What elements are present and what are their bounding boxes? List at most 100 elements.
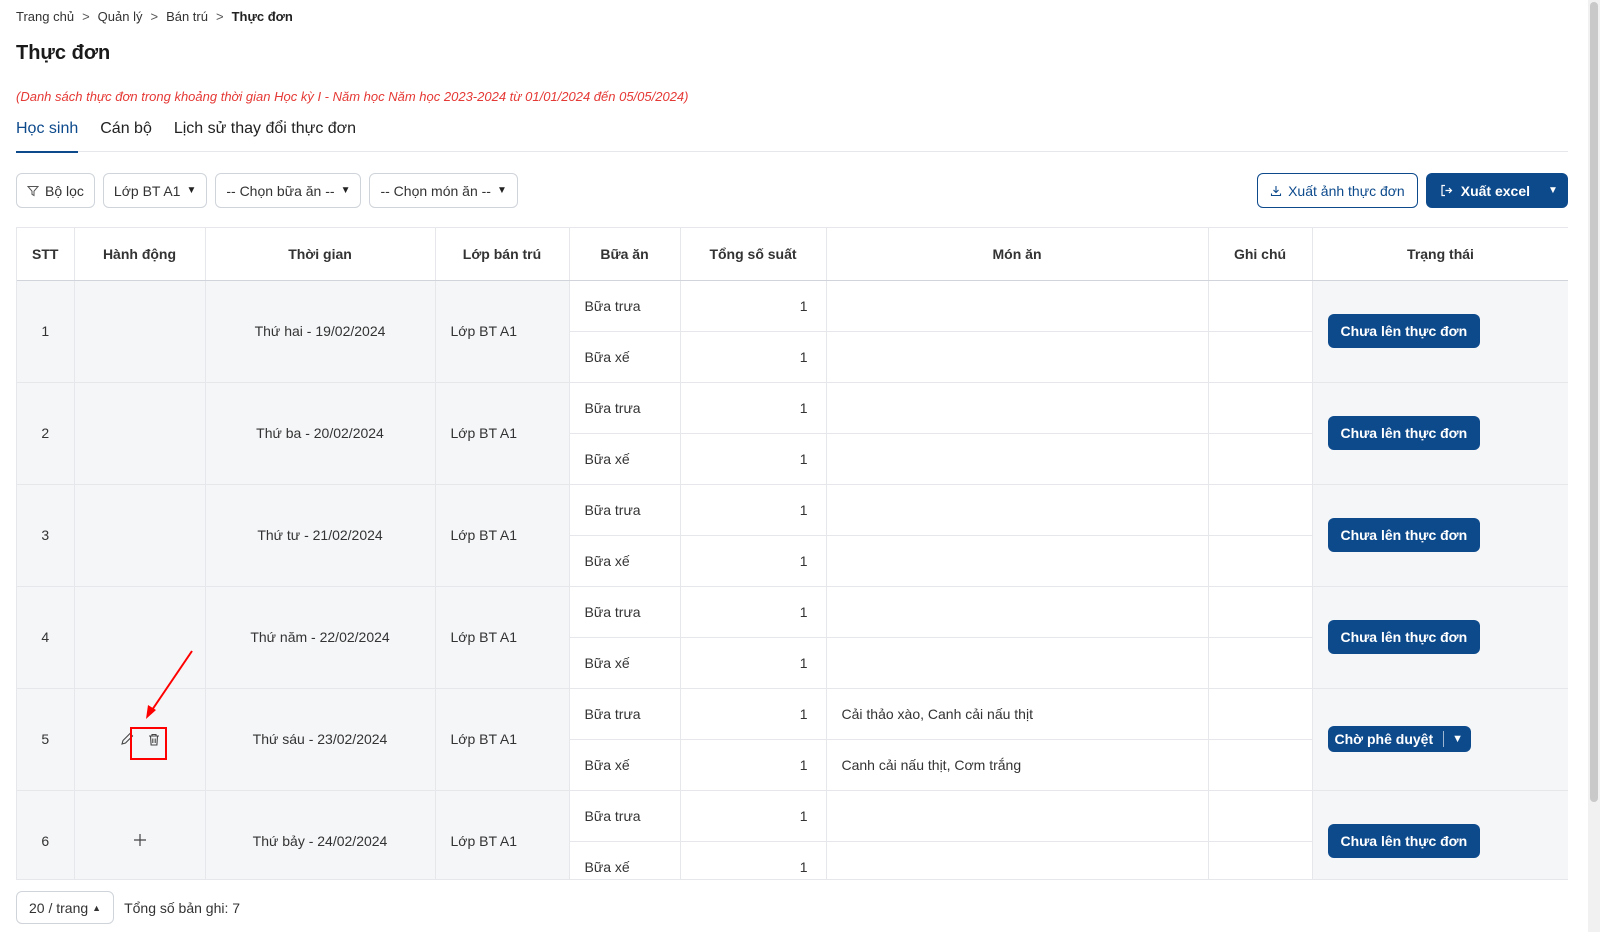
cell-time: Thứ sáu - 23/02/2024 [205, 688, 436, 791]
cell-dish [826, 331, 1209, 383]
class-select-value: Lớp BT A1 [113, 182, 181, 199]
cell-note [1208, 484, 1313, 536]
meal-select-value: -- Chọn bữa ăn -- [226, 182, 335, 199]
cell-total: 1 [680, 280, 827, 332]
cell-time: Thứ bảy - 24/02/2024 [205, 790, 436, 879]
header-meal: Bữa ăn [569, 228, 681, 281]
cell-total: 1 [680, 637, 827, 689]
chevron-down-icon: ▼ [496, 185, 507, 196]
cell-dish [826, 433, 1209, 485]
cell-total: 1 [680, 331, 827, 383]
scrollbar-thumb[interactable] [1590, 2, 1598, 802]
cell-total: 1 [680, 841, 827, 879]
header-total: Tổng số suất [680, 228, 827, 281]
cell-dish [826, 382, 1209, 434]
breadcrumb: Trang chủ > Quản lý > Bán trú > Thực đơn [16, 8, 293, 24]
page-scrollbar[interactable] [1588, 0, 1600, 932]
header-time: Thời gian [205, 228, 436, 281]
page-title: Thực đơn [16, 42, 111, 64]
cell-meal: Bữa trưa [569, 484, 681, 536]
breadcrumb-home[interactable]: Trang chủ [16, 9, 74, 24]
cell-status: Chưa lên thực đơn [1312, 790, 1568, 879]
export-icon [1441, 184, 1453, 197]
cell-meal: Bữa xế [569, 535, 681, 587]
cell-meal: Bữa trưa [569, 280, 681, 332]
cell-class: Lớp BT A1 [435, 280, 570, 383]
cell-meal: Bữa xế [569, 739, 681, 791]
status-split-label[interactable]: Chờ phê duyệt [1328, 731, 1445, 747]
cell-time: Thứ ba - 20/02/2024 [205, 382, 436, 485]
breadcrumb-manage[interactable]: Quản lý [98, 9, 143, 24]
cell-dish [826, 790, 1209, 842]
cell-time: Thứ hai - 19/02/2024 [205, 280, 436, 383]
cell-note [1208, 688, 1313, 740]
cell-note [1208, 637, 1313, 689]
export-image-label: Xuất ảnh thực đơn [1288, 182, 1405, 199]
cell-dish [826, 637, 1209, 689]
dish-select[interactable]: -- Chọn món ăn -- ▼ [369, 173, 518, 208]
cell-dish: Canh cải nấu thịt, Cơm trắng [826, 739, 1209, 791]
plus-icon[interactable] [133, 833, 147, 847]
cell-dish [826, 484, 1209, 536]
breadcrumb-separator: > [82, 8, 90, 24]
export-excel-button[interactable]: Xuất excel ▼ [1425, 173, 1568, 208]
breadcrumb-boarding[interactable]: Bán trú [166, 9, 208, 24]
chevron-down-icon: ▼ [340, 185, 351, 196]
tab-staff[interactable]: Cán bộ [100, 118, 152, 152]
tab-students[interactable]: Học sinh [16, 118, 79, 153]
pagination: 20 / trang ▲ Tổng số bản ghi: 7 [16, 891, 240, 924]
export-excel-dropdown[interactable]: ▼ [1538, 173, 1568, 208]
cell-note [1208, 739, 1313, 791]
cell-note [1208, 841, 1313, 879]
cell-action [74, 280, 206, 383]
meal-select[interactable]: -- Chọn bữa ăn -- ▼ [215, 173, 362, 208]
export-image-button[interactable]: Xuất ảnh thực đơn [1257, 173, 1418, 208]
toolbar-actions: Xuất ảnh thực đơn Xuất excel ▼ [1257, 173, 1568, 208]
tabs: Học sinh Cán bộ Lịch sử thay đổi thực đơ… [16, 118, 1568, 153]
cell-class: Lớp BT A1 [435, 790, 570, 879]
tab-menu-history[interactable]: Lịch sử thay đổi thực đơn [174, 118, 356, 152]
caret-up-icon: ▲ [92, 902, 102, 913]
status-button[interactable]: Chưa lên thực đơn [1327, 620, 1481, 654]
cell-class: Lớp BT A1 [435, 688, 570, 791]
cell-stt: 6 [17, 790, 75, 879]
cell-status: Chưa lên thực đơn [1312, 280, 1568, 383]
dish-select-value: -- Chọn món ăn -- [380, 182, 491, 199]
header-dish: Món ăn [826, 228, 1209, 281]
status-button[interactable]: Chưa lên thực đơn [1327, 824, 1481, 858]
annotation-arrow [146, 650, 193, 719]
cell-meal: Bữa xế [569, 637, 681, 689]
page-size-select[interactable]: 20 / trang ▲ [16, 891, 115, 924]
header-class: Lớp bán trú [435, 228, 570, 281]
cell-meal: Bữa xế [569, 433, 681, 485]
status-button[interactable]: Chưa lên thực đơn [1327, 518, 1481, 552]
cell-meal: Bữa trưa [569, 688, 681, 740]
filter-bar: Bộ lọc Lớp BT A1 ▼ -- Chọn bữa ăn -- ▼ -… [16, 173, 518, 208]
status-split-button[interactable]: Chờ phê duyệt ▼ [1327, 726, 1472, 752]
cell-status: Chờ phê duyệt ▼ [1312, 688, 1568, 791]
breadcrumb-separator: > [215, 8, 224, 24]
cell-stt: 2 [17, 382, 75, 485]
status-button[interactable]: Chưa lên thực đơn [1327, 314, 1481, 348]
class-select[interactable]: Lớp BT A1 ▼ [102, 173, 208, 208]
cell-note [1208, 586, 1313, 638]
cell-meal: Bữa xế [569, 331, 681, 383]
cell-note [1208, 280, 1313, 332]
cell-stt: 3 [17, 484, 75, 587]
cell-stt: 1 [17, 280, 75, 383]
cell-note [1208, 331, 1313, 383]
table-row: 2 Thứ ba - 20/02/2024 Lớp BT A1 Bữa trưa… [17, 382, 1568, 485]
cell-stt: 4 [17, 586, 75, 689]
cell-class: Lớp BT A1 [435, 586, 570, 689]
cell-meal: Bữa xế [569, 841, 681, 879]
table-row: 1 Thứ hai - 19/02/2024 Lớp BT A1 Bữa trư… [17, 280, 1568, 383]
filter-button[interactable]: Bộ lọc [16, 173, 95, 208]
cell-note [1208, 382, 1313, 434]
chevron-down-icon[interactable]: ▼ [1444, 733, 1471, 745]
page-size-value: 20 / trang [29, 899, 89, 916]
status-button[interactable]: Chưa lên thực đơn [1327, 416, 1481, 450]
filter-icon [27, 185, 39, 196]
cell-time: Thứ tư - 21/02/2024 [205, 484, 436, 587]
table-header-row: STT Hành động Thời gian Lớp bán trú Bữa … [17, 228, 1568, 281]
header-note: Ghi chú [1208, 228, 1313, 281]
